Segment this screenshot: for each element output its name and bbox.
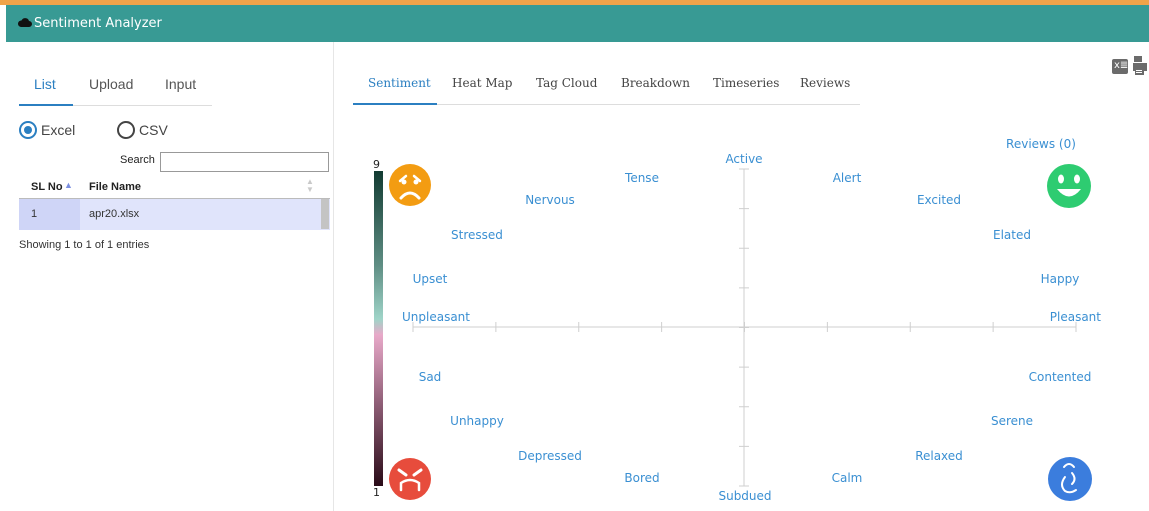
color-scale-max: 9 <box>373 158 380 171</box>
tab-tag-cloud-label: Tag Cloud <box>536 76 598 90</box>
tab-breakdown[interactable]: Breakdown <box>621 76 690 105</box>
table-scrollbar[interactable] <box>321 199 329 229</box>
cell-file-name: apr20.xlsx <box>89 208 140 220</box>
tab-heat-map[interactable]: Heat Map <box>452 76 512 105</box>
label-alert: Alert <box>833 171 862 185</box>
sort-icon: ▲ ▼ <box>306 177 314 194</box>
angry-face-icon <box>389 458 431 500</box>
tab-upload[interactable]: Upload <box>73 74 143 106</box>
csv-radio[interactable]: CSV <box>117 121 177 141</box>
label-upset: Upset <box>413 272 448 286</box>
sorted-cell-background <box>19 199 80 230</box>
label-contented: Contented <box>1029 370 1092 384</box>
label-unhappy: Unhappy <box>450 414 504 428</box>
label-subdued: Subdued <box>718 489 771 503</box>
label-relaxed: Relaxed <box>915 449 963 463</box>
relaxed-face-icon <box>1048 457 1092 501</box>
cell-sl-no: 1 <box>31 208 38 220</box>
tab-tag-cloud[interactable]: Tag Cloud <box>536 76 598 105</box>
table-row[interactable]: 1 apr20.xlsx <box>19 199 330 230</box>
color-scale-min: 1 <box>373 486 380 499</box>
label-pleasant: Pleasant <box>1050 310 1102 324</box>
label-excited: Excited <box>917 193 961 207</box>
sentiment-chart: 9 1 Active Subdued Unpleasant Pleasant T… <box>334 105 1149 511</box>
excel-radio-label: Excel <box>41 122 76 138</box>
sort-ascending-icon: ▲ <box>64 180 73 190</box>
tab-sentiment[interactable]: Sentiment <box>353 76 437 105</box>
label-calm: Calm <box>832 471 863 485</box>
tab-sentiment-label: Sentiment <box>368 76 431 90</box>
tab-reviews[interactable]: Reviews <box>800 76 850 105</box>
column-header-sl-no[interactable]: SL No <box>31 181 63 193</box>
search-input[interactable] <box>160 152 329 172</box>
table-header: SL No ▲ File Name ▲ ▼ <box>19 176 330 199</box>
reviews-count-link[interactable]: Reviews (0) <box>1006 137 1076 151</box>
worried-face-icon <box>389 164 431 206</box>
label-stressed: Stressed <box>451 228 503 242</box>
cloud-icon <box>18 18 32 27</box>
tab-upload-label: Upload <box>89 76 134 92</box>
label-depressed: Depressed <box>518 449 582 463</box>
color-scale-bar <box>374 171 383 486</box>
tab-input-label: Input <box>165 76 197 92</box>
tab-reviews-label: Reviews <box>800 76 851 90</box>
tab-timeseries-label: Timeseries <box>713 76 780 90</box>
tab-heat-map-label: Heat Map <box>452 76 513 90</box>
label-sad: Sad <box>419 370 442 384</box>
csv-radio-label: CSV <box>139 122 168 138</box>
tab-input[interactable]: Input <box>143 74 212 106</box>
file-table: SL No ▲ File Name ▲ ▼ 1 apr20.xlsx <box>19 176 330 230</box>
label-unpleasant: Unpleasant <box>402 310 470 324</box>
tab-breakdown-label: Breakdown <box>621 76 690 90</box>
tab-timeseries[interactable]: Timeseries <box>713 76 779 105</box>
tab-list-label: List <box>34 76 56 92</box>
app-header: Sentiment Analyzer <box>6 5 1149 42</box>
label-bored: Bored <box>624 471 659 485</box>
radio-circle-checked <box>19 121 37 139</box>
left-panel: List Upload Input Excel CSV Search SL No… <box>0 42 334 511</box>
radio-circle <box>117 121 135 139</box>
tab-list[interactable]: List <box>19 74 73 106</box>
label-nervous: Nervous <box>525 193 575 207</box>
label-active: Active <box>725 152 762 166</box>
left-tab-bar: List Upload Input <box>19 74 212 106</box>
happy-face-icon <box>1047 164 1091 208</box>
label-happy: Happy <box>1041 272 1080 286</box>
label-tense: Tense <box>624 171 659 185</box>
app-title: Sentiment Analyzer <box>34 16 162 31</box>
table-info: Showing 1 to 1 of 1 entries <box>19 239 150 251</box>
print-icon[interactable] <box>1133 56 1147 76</box>
excel-radio[interactable]: Excel <box>19 121 89 141</box>
sentiment-chart-svg: 9 1 Active Subdued Unpleasant Pleasant T… <box>373 137 1102 503</box>
right-tab-bar: Sentiment Heat Map Tag Cloud Breakdown T… <box>353 62 860 105</box>
label-serene: Serene <box>991 414 1033 428</box>
excel-icon[interactable]: x≣ <box>1112 59 1128 74</box>
search-label: Search <box>120 154 155 166</box>
excel-icon-glyph: x≣ <box>1114 60 1129 71</box>
column-header-file-name[interactable]: File Name <box>89 181 141 193</box>
label-elated: Elated <box>993 228 1031 242</box>
